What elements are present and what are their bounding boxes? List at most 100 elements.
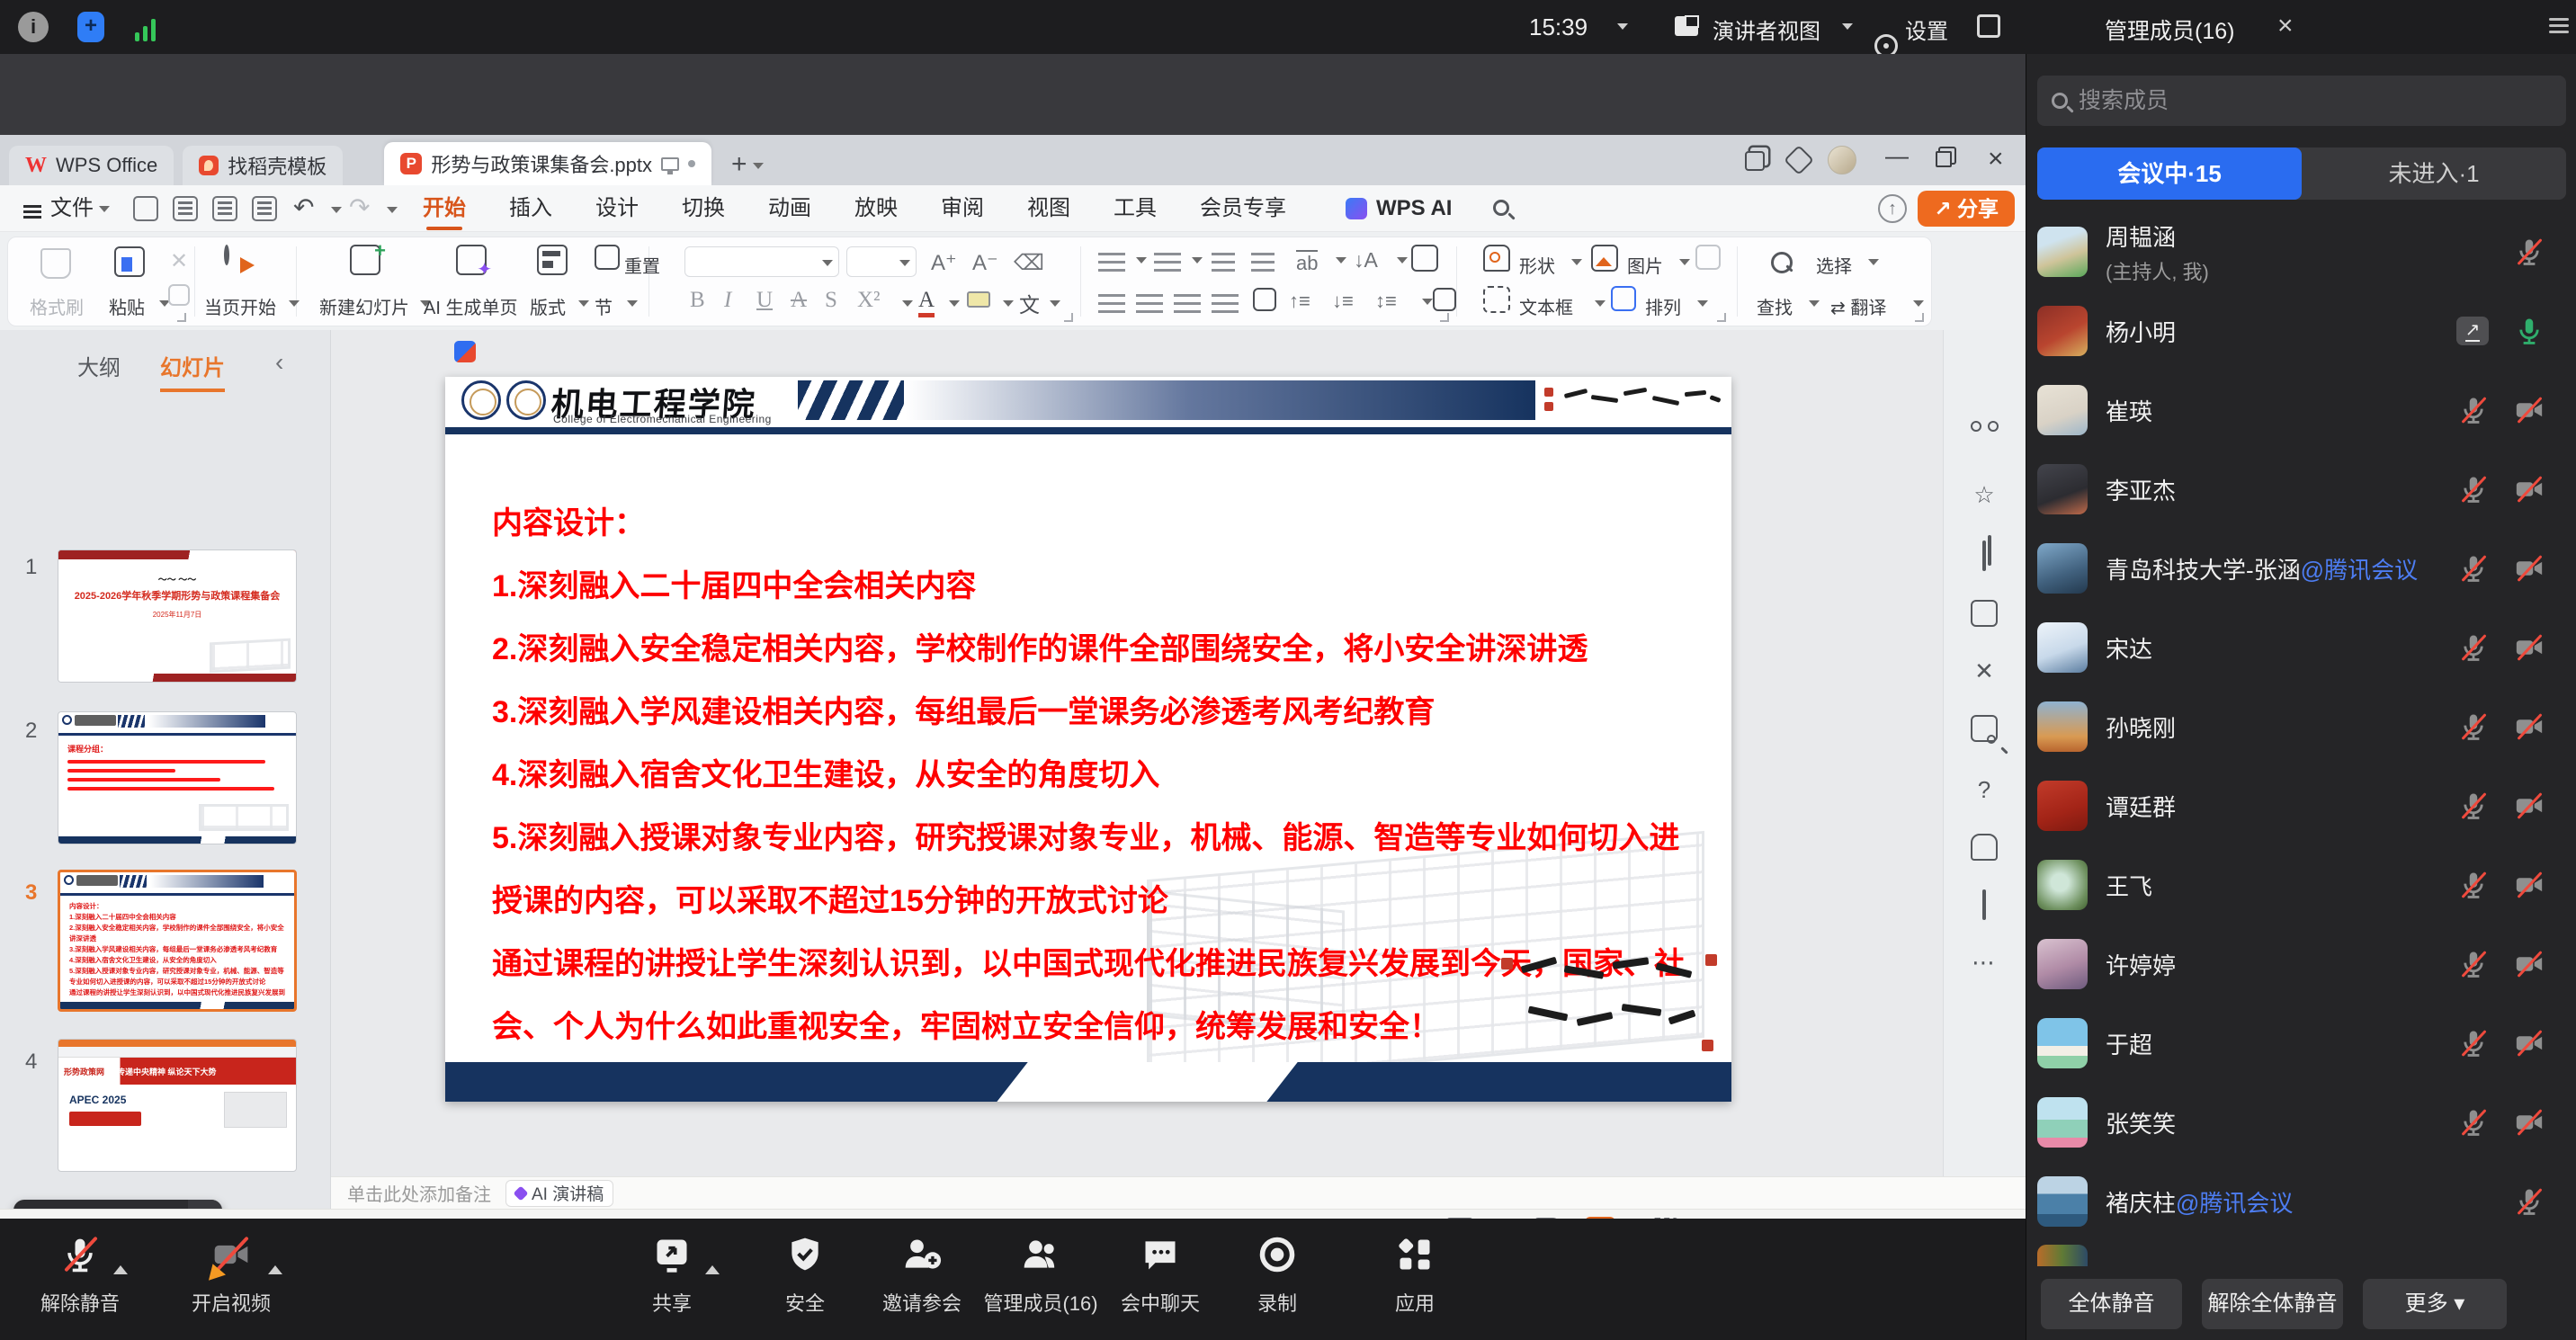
- camera-muted-icon[interactable]: [2514, 1107, 2545, 1138]
- animation-pane-icon[interactable]: [1971, 542, 1998, 569]
- meeting-time[interactable]: 15:39: [1529, 13, 1588, 41]
- fullscreen-icon[interactable]: [1977, 14, 2000, 38]
- mute-all-button[interactable]: 全体静音: [2041, 1279, 2182, 1329]
- camera-muted-icon[interactable]: [2514, 791, 2545, 821]
- workspace-icon[interactable]: [1745, 151, 1765, 171]
- settings-label[interactable]: 设置: [1905, 13, 1948, 45]
- menu-review[interactable]: 审阅: [941, 185, 984, 232]
- design-resource-icon[interactable]: [1971, 600, 1998, 627]
- camera-muted-icon[interactable]: [2514, 1028, 2545, 1059]
- menu-slideshow[interactable]: 放映: [854, 185, 898, 232]
- meeting-info-icon[interactable]: i: [18, 12, 49, 42]
- tab-in-meeting[interactable]: 会议中·15: [2037, 147, 2302, 200]
- picture-label[interactable]: 图片: [1627, 252, 1663, 278]
- line-spacing-down-icon[interactable]: ↓≡: [1332, 290, 1354, 313]
- slide-thumbnail-2[interactable]: 课程分组：: [58, 711, 297, 844]
- panel-close-icon[interactable]: ×: [2277, 13, 2294, 40]
- play-from-current-icon[interactable]: [224, 245, 229, 265]
- window-close-button[interactable]: ×: [1988, 144, 2004, 174]
- section-label[interactable]: 节: [595, 293, 613, 319]
- select-label[interactable]: 选择: [1816, 252, 1852, 278]
- tab-slides[interactable]: 幻灯片: [160, 350, 225, 392]
- mic-muted-icon[interactable]: [2458, 632, 2489, 663]
- shapes-label[interactable]: 形状: [1519, 252, 1555, 278]
- distribute-icon[interactable]: [1253, 288, 1276, 311]
- columns-icon[interactable]: [1433, 288, 1456, 311]
- print-preview-icon[interactable]: [252, 196, 277, 221]
- effects-star-icon[interactable]: ☆: [1971, 481, 1998, 508]
- redo-icon[interactable]: ↷: [349, 192, 370, 222]
- tab-docer-templates[interactable]: 找稻壳模板: [183, 146, 343, 185]
- unmute-button[interactable]: 解除静音: [13, 1235, 148, 1317]
- menu-wps-ai[interactable]: WPS AI: [1376, 185, 1452, 232]
- justify-icon[interactable]: [1212, 293, 1239, 313]
- char-spacing-icon[interactable]: ab: [1296, 250, 1318, 275]
- member-row[interactable]: 许婷婷: [2026, 925, 2576, 1004]
- format-painter-icon[interactable]: [40, 248, 71, 279]
- align-center-icon[interactable]: [1136, 293, 1163, 313]
- view-layout-icon[interactable]: [1675, 16, 1698, 36]
- member-row[interactable]: 褚庆柱@腾讯会议: [2026, 1162, 2576, 1241]
- collapse-strip-icon[interactable]: [1971, 366, 1998, 393]
- share-button[interactable]: ↗ 分享: [1918, 191, 2015, 227]
- mic-options-arrow[interactable]: [113, 1265, 128, 1274]
- mic-muted-icon[interactable]: [2514, 1186, 2545, 1217]
- camera-muted-icon[interactable]: [2514, 553, 2545, 584]
- picture-icon[interactable]: [1591, 245, 1618, 272]
- mic-muted-icon[interactable]: [2458, 711, 2489, 742]
- cut-icon[interactable]: ✕: [170, 248, 193, 272]
- fill-icon[interactable]: [1695, 245, 1721, 270]
- underline-button[interactable]: U: [756, 288, 773, 313]
- align-left-icon[interactable]: [1098, 293, 1125, 313]
- reading-toolkit-icon[interactable]: [1971, 715, 1998, 742]
- reset-label[interactable]: 重置: [624, 252, 660, 278]
- member-search-box[interactable]: [2037, 76, 2566, 126]
- member-row[interactable]: 李亚杰: [2026, 450, 2576, 529]
- member-row[interactable]: 王飞: [2026, 845, 2576, 925]
- user-avatar[interactable]: [1828, 146, 1856, 174]
- window-restore-button[interactable]: [1936, 151, 1952, 167]
- cutout-icon[interactable]: ✕: [1971, 657, 1998, 684]
- decrease-font-icon[interactable]: A⁻: [972, 250, 998, 276]
- export-icon[interactable]: [173, 196, 198, 221]
- member-row-host[interactable]: 周韫涵(主持人, 我): [2026, 212, 2576, 291]
- mic-muted-icon[interactable]: [2458, 553, 2489, 584]
- time-dropdown-icon[interactable]: [1617, 23, 1628, 30]
- highlight-button[interactable]: [967, 291, 990, 308]
- slide-thumbnail-1[interactable]: 〜〜 〜〜 2025-2026学年秋季学期形势与政策课程集备会 2025年11月…: [58, 549, 297, 683]
- member-row[interactable]: 谭廷群: [2026, 766, 2576, 845]
- camera-muted-icon[interactable]: [2514, 949, 2545, 979]
- print-icon[interactable]: [212, 196, 237, 221]
- notes-bar[interactable]: 单击此处添加备注 AI 演讲稿: [331, 1176, 2026, 1209]
- help-icon[interactable]: ?: [1971, 776, 1998, 803]
- mic-muted-icon[interactable]: [2458, 395, 2489, 425]
- manage-members-button[interactable]: 管理成员(16): [973, 1235, 1108, 1317]
- mic-muted-icon[interactable]: [2458, 474, 2489, 505]
- ai-generate-page-label[interactable]: AI 生成单页: [424, 293, 517, 319]
- menu-design[interactable]: 设计: [595, 185, 639, 232]
- mic-active-icon[interactable]: [2514, 316, 2545, 346]
- menu-insert[interactable]: 插入: [509, 185, 552, 232]
- layout-icon[interactable]: [537, 245, 568, 275]
- copy-icon[interactable]: [168, 284, 190, 306]
- more-button[interactable]: 更多 ▾: [2363, 1279, 2507, 1329]
- member-row[interactable]: 张笑笑: [2026, 1083, 2576, 1162]
- menu-member[interactable]: 会员专享: [1200, 185, 1286, 232]
- ribbon-search-icon[interactable]: [1493, 200, 1509, 216]
- apps-button[interactable]: 应用: [1347, 1235, 1482, 1317]
- clear-format-icon[interactable]: ⌫: [1014, 250, 1044, 276]
- line-spacing-up-icon[interactable]: ↑≡: [1289, 290, 1310, 313]
- find-label[interactable]: 查找: [1757, 293, 1793, 319]
- textbox-label[interactable]: 文本框: [1519, 293, 1573, 319]
- tab-wps-office[interactable]: W WPS Office: [9, 146, 174, 185]
- sharing-indicator-icon[interactable]: ↗: [2456, 317, 2489, 345]
- font-color-button[interactable]: A: [918, 288, 935, 317]
- camera-muted-icon[interactable]: [2514, 711, 2545, 742]
- slide-thumbnail-3-selected[interactable]: 内容设计：1.深刻融入二十届四中全会相关内容 2.深刻融入安全稳定相关内容，学校…: [58, 870, 297, 1012]
- format-painter-label[interactable]: 格式刷: [30, 293, 84, 319]
- unmute-all-button[interactable]: 解除全体静音: [2202, 1279, 2343, 1329]
- find-icon[interactable]: [1771, 252, 1793, 273]
- bullet-list-icon[interactable]: [1098, 252, 1125, 272]
- superscript-button[interactable]: X²: [857, 288, 881, 313]
- view-mode-label[interactable]: 演讲者视图: [1713, 13, 1820, 45]
